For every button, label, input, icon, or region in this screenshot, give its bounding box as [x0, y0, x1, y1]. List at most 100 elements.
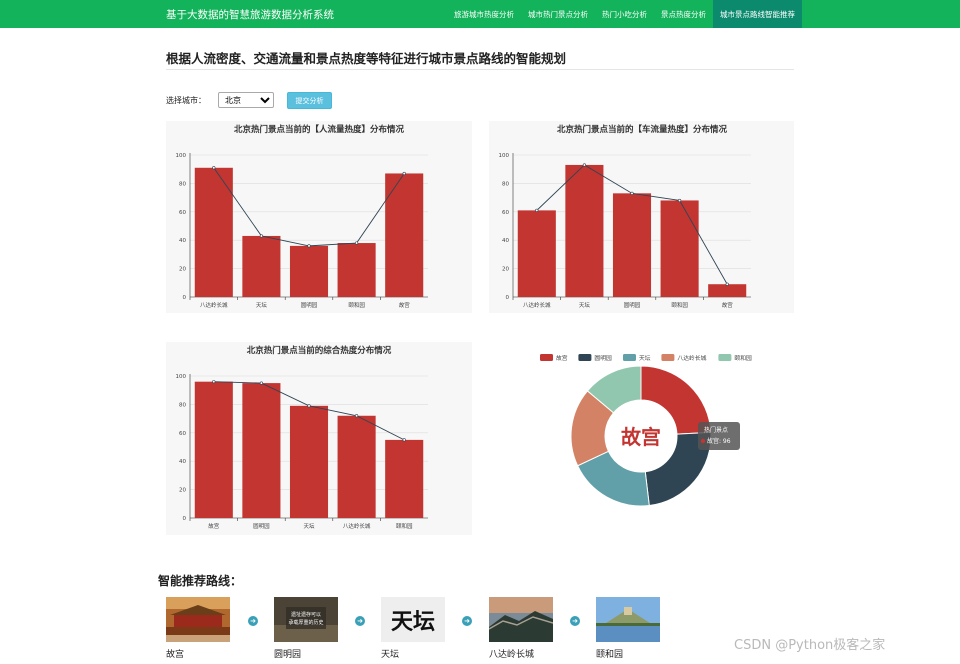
bar[interactable]	[289, 245, 329, 297]
bar[interactable]	[385, 439, 424, 518]
y-tick-label: 20	[179, 488, 186, 494]
legend-label[interactable]: 故宫	[556, 354, 568, 362]
y-tick-label: 20	[502, 267, 509, 273]
line-point[interactable]	[630, 191, 634, 195]
nav-item-route-recommend[interactable]: 城市景点路线智能推荐	[713, 0, 802, 28]
nav-item-spot-heat[interactable]: 景点热度分析	[654, 0, 713, 28]
submit-analysis-button[interactable]: 提交分析	[287, 92, 332, 109]
donut-chart-panel: 故宫 圆明园 天坛 八达岭长城 颐和园 故宫 热门景点 故宫: 96	[489, 342, 794, 535]
x-tick-label: 圆明园	[301, 302, 318, 309]
route-stop[interactable]: 故宫	[166, 597, 230, 660]
legend-swatch[interactable]	[661, 354, 675, 361]
bar[interactable]	[612, 193, 652, 297]
y-tick-label: 60	[179, 431, 186, 437]
legend-label[interactable]: 圆明园	[594, 355, 612, 362]
bar[interactable]	[337, 415, 376, 518]
yuanmingyuan-caption-1: 遗址遗存可以	[291, 611, 321, 618]
line-point[interactable]	[402, 171, 406, 176]
line-point[interactable]	[212, 380, 216, 384]
nav-item-city-spots[interactable]: 城市热门景点分析	[521, 0, 595, 28]
route-stop[interactable]: 遗址遗存可以 承载厚重的历史 圆明园	[274, 597, 338, 660]
bar[interactable]	[660, 200, 699, 297]
route-stop[interactable]: 八达岭长城	[489, 597, 553, 660]
bar[interactable]	[565, 164, 604, 297]
y-tick-label: 40	[502, 238, 509, 244]
chart-panel-traffic-flow: 北京热门景点当前的【车流量热度】分布情况 0 20 40 60 80 100 八达岭长城 天坛 圆…	[489, 121, 794, 313]
bar[interactable]	[242, 383, 281, 518]
legend-swatch[interactable]	[718, 354, 732, 361]
route-stop[interactable]: 颐和园	[596, 597, 660, 660]
summer-palace-photo	[596, 597, 660, 642]
arrow-right-circle-icon: ➜	[248, 616, 258, 626]
nav-item-snacks[interactable]: 热门小吃分析	[595, 0, 654, 28]
legend-label[interactable]: 颐和园	[734, 354, 752, 362]
y-tick-label: 80	[502, 181, 509, 187]
temple-of-heaven-photo: 天坛	[381, 597, 445, 642]
chart-title: 北京热门景点当前的【车流量热度】分布情况	[557, 124, 728, 135]
line-point[interactable]	[678, 198, 682, 203]
legend-swatch[interactable]	[623, 354, 636, 361]
x-tick-label: 天坛	[256, 302, 268, 309]
page-title: 根据人流密度、交通流量和景点热度等特征进行城市景点路线的智能规划	[166, 51, 567, 66]
line-point[interactable]	[355, 414, 359, 418]
line-point[interactable]	[355, 241, 359, 245]
route-title: 智能推荐路线：	[158, 574, 243, 588]
y-tick-label: 40	[179, 459, 186, 465]
line-point[interactable]	[582, 163, 586, 167]
city-select-label: 选择城市：	[166, 96, 206, 105]
tooltip-title: 热门景点	[704, 426, 728, 434]
line-point[interactable]	[535, 208, 539, 212]
y-tick-label: 40	[179, 238, 186, 244]
y-tick-label: 80	[179, 402, 186, 408]
nav-item-city-heat[interactable]: 旅游城市热度分析	[447, 0, 521, 28]
hot-spots-donut-chart: 故宫 圆明园 天坛 八达岭长城 颐和园故宫 热门景点故宫: 96	[540, 354, 752, 507]
bar[interactable]	[289, 405, 329, 518]
x-tick-label: 八达岭长城	[523, 301, 551, 309]
line-point[interactable]	[307, 244, 311, 248]
route-stop-label: 八达岭长城	[489, 650, 535, 660]
donut-center-label: 故宫	[621, 425, 661, 449]
line-point[interactable]	[725, 282, 729, 286]
traffic-flow-chart: 北京热门景点当前的【车流量热度】分布情况 0 20 40 60 80 100 八达岭长城 天坛 圆…	[499, 124, 751, 309]
x-tick-label: 颐和园	[348, 301, 365, 309]
line-point[interactable]	[212, 166, 216, 170]
legend-label[interactable]: 天坛	[639, 354, 651, 362]
bar[interactable]	[517, 210, 556, 297]
legend-swatch[interactable]	[540, 354, 553, 361]
y-tick-label: 100	[176, 374, 187, 380]
line-point[interactable]	[259, 381, 263, 385]
brand-title[interactable]: 基于大数据的智慧旅游数据分析系统	[166, 7, 334, 22]
line-point[interactable]	[259, 234, 263, 238]
route-stop-label: 故宫	[166, 650, 185, 660]
route-stop-label: 天坛	[381, 650, 400, 660]
bar[interactable]	[337, 243, 376, 297]
x-tick-label: 圆明园	[253, 523, 270, 530]
y-tick-label: 60	[502, 210, 509, 216]
great-wall-photo	[489, 597, 553, 642]
city-select[interactable]: 北京	[218, 92, 274, 108]
x-tick-label: 颐和园	[671, 301, 688, 309]
x-tick-label: 天坛	[579, 302, 591, 309]
arrow-right-circle-icon: ➜	[355, 616, 365, 626]
series-line	[213, 167, 405, 247]
people-flow-chart: 北京热门景点当前的【人流量热度】分布情况 0 20 40 60 80 100 八达岭长城 天坛 圆…	[176, 124, 428, 309]
legend-swatch[interactable]	[578, 354, 592, 361]
title-divider	[166, 69, 794, 70]
yuanmingyuan-caption-2: 承载厚重的历史	[288, 619, 323, 626]
x-tick-label: 八达岭长城	[200, 301, 228, 309]
legend-label[interactable]: 八达岭长城	[677, 354, 706, 362]
bar[interactable]	[194, 381, 233, 518]
y-tick-label: 80	[179, 181, 186, 187]
bar[interactable]	[242, 235, 281, 297]
bar[interactable]	[385, 173, 424, 297]
x-tick-label: 天坛	[303, 523, 315, 530]
csdn-watermark: CSDN @Python极客之家	[734, 638, 886, 653]
x-tick-label: 圆明园	[624, 302, 641, 309]
line-point[interactable]	[307, 404, 311, 408]
bar[interactable]	[708, 284, 747, 297]
arrow-right-circle-icon: ➜	[570, 616, 580, 626]
route-stop[interactable]: 天坛 天坛	[381, 597, 445, 660]
line-point[interactable]	[402, 438, 406, 442]
route-stop-label: 颐和园	[596, 650, 624, 660]
y-tick-label: 0	[183, 516, 187, 522]
